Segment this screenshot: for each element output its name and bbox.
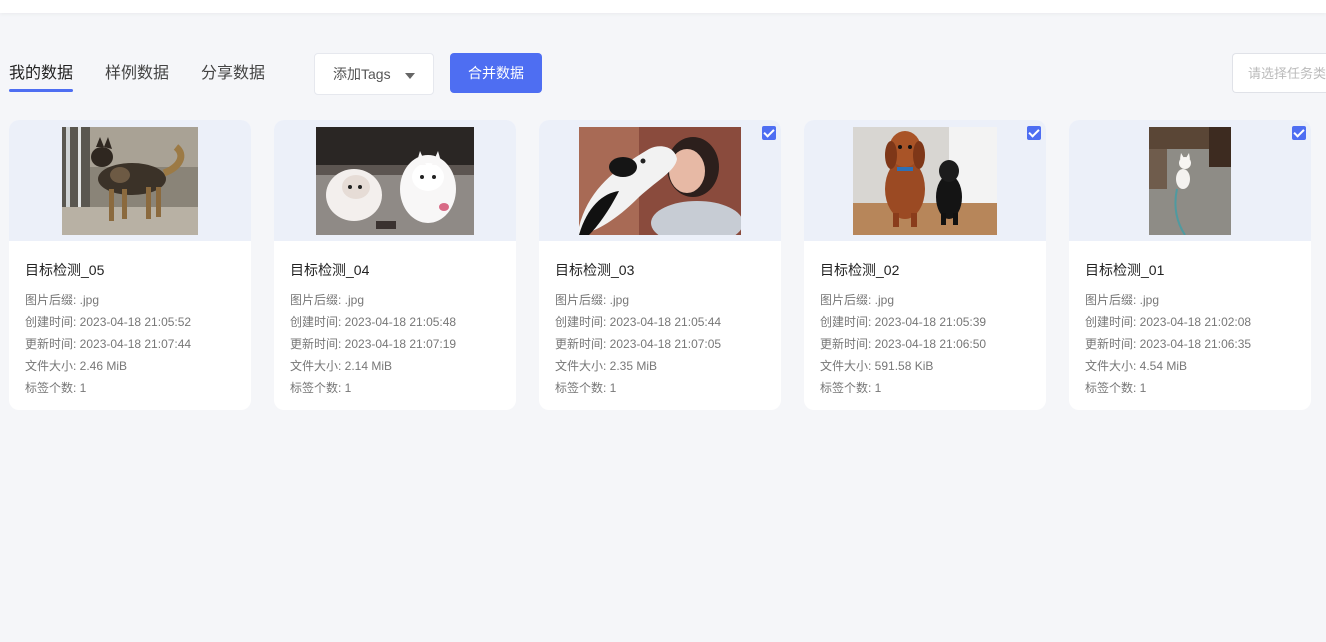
task-type-select[interactable]	[1232, 53, 1326, 93]
card-file-size: 文件大小: 2.14 MiB	[290, 359, 393, 373]
merge-data-button[interactable]: 合并数据	[450, 53, 542, 93]
card-updated-time: 更新时间: 2023-04-18 21:07:05	[555, 337, 722, 351]
card-created-time: 创建时间: 2023-04-18 21:05:48	[290, 315, 457, 329]
dataset-card[interactable]: 目标检测_03 图片后缀: .jpg 创建时间: 2023-04-18 21:0…	[539, 120, 781, 410]
card-file-suffix: 图片后缀: .jpg	[820, 293, 895, 307]
card-tag-count: 标签个数: 1	[555, 381, 617, 395]
select-checkbox[interactable]	[1027, 126, 1041, 140]
card-title: 目标检测_01	[1085, 262, 1165, 278]
thumbnail-area	[539, 120, 781, 241]
select-checkbox[interactable]	[1292, 126, 1306, 140]
tab-shared-data[interactable]: 分享数据	[201, 62, 265, 92]
white-cat-photo[interactable]	[1149, 127, 1231, 235]
dataset-card[interactable]: 目标检测_04 图片后缀: .jpg 创建时间: 2023-04-18 21:0…	[274, 120, 516, 410]
caret-down-icon	[405, 73, 415, 79]
card-created-time: 创建时间: 2023-04-18 21:05:52	[25, 315, 192, 329]
card-tag-count: 标签个数: 1	[25, 381, 87, 395]
dog-kissing-woman-photo[interactable]	[579, 127, 741, 235]
card-title: 目标检测_05	[25, 262, 105, 278]
tab-my-data[interactable]: 我的数据	[9, 62, 74, 92]
card-title: 目标检测_04	[290, 262, 370, 278]
card-title: 目标检测_02	[820, 262, 900, 278]
thumbnail-area	[9, 120, 251, 241]
card-created-time: 创建时间: 2023-04-18 21:05:39	[820, 315, 987, 329]
card-meta: 目标检测_05 图片后缀: .jpg 创建时间: 2023-04-18 21:0…	[25, 260, 241, 399]
card-file-size: 文件大小: 591.58 KiB	[820, 359, 934, 373]
card-updated-time: 更新时间: 2023-04-18 21:07:44	[25, 337, 192, 351]
card-tag-count: 标签个数: 1	[820, 381, 882, 395]
card-file-size: 文件大小: 2.46 MiB	[25, 359, 128, 373]
thumbnail-area	[274, 120, 516, 241]
card-title: 目标检测_03	[555, 262, 635, 278]
card-tag-count: 标签个数: 1	[1085, 381, 1147, 395]
data-tabs: 我的数据 样例数据 分享数据	[9, 62, 297, 92]
card-created-time: 创建时间: 2023-04-18 21:02:08	[1085, 315, 1252, 329]
card-file-suffix: 图片后缀: .jpg	[290, 293, 365, 307]
two-dogs-photo[interactable]	[853, 127, 997, 235]
card-meta: 目标检测_03 图片后缀: .jpg 创建时间: 2023-04-18 21:0…	[555, 260, 771, 399]
card-tag-count: 标签个数: 1	[290, 381, 352, 395]
add-tags-label: 添加Tags	[333, 66, 391, 82]
top-header-bar	[0, 0, 1326, 13]
card-updated-time: 更新时间: 2023-04-18 21:06:35	[1085, 337, 1252, 351]
card-meta: 目标检测_02 图片后缀: .jpg 创建时间: 2023-04-18 21:0…	[820, 260, 1036, 399]
card-file-size: 文件大小: 2.35 MiB	[555, 359, 658, 373]
dataset-card[interactable]: 目标检测_01 图片后缀: .jpg 创建时间: 2023-04-18 21:0…	[1069, 120, 1311, 410]
tab-sample-data[interactable]: 样例数据	[105, 62, 169, 92]
add-tags-select[interactable]: 添加Tags	[314, 53, 434, 95]
dog-standing-photo[interactable]	[62, 127, 198, 235]
card-file-suffix: 图片后缀: .jpg	[25, 293, 100, 307]
card-meta: 目标检测_01 图片后缀: .jpg 创建时间: 2023-04-18 21:0…	[1085, 260, 1301, 399]
card-updated-time: 更新时间: 2023-04-18 21:07:19	[290, 337, 457, 351]
card-file-size: 文件大小: 4.54 MiB	[1085, 359, 1188, 373]
dataset-card[interactable]: 目标检测_02 图片后缀: .jpg 创建时间: 2023-04-18 21:0…	[804, 120, 1046, 410]
white-dogs-photo[interactable]	[316, 127, 474, 235]
dataset-card[interactable]: 目标检测_05 图片后缀: .jpg 创建时间: 2023-04-18 21:0…	[9, 120, 251, 410]
card-file-suffix: 图片后缀: .jpg	[555, 293, 630, 307]
card-created-time: 创建时间: 2023-04-18 21:05:44	[555, 315, 722, 329]
thumbnail-area	[804, 120, 1046, 241]
select-checkbox[interactable]	[762, 126, 776, 140]
card-updated-time: 更新时间: 2023-04-18 21:06:50	[820, 337, 987, 351]
card-meta: 目标检测_04 图片后缀: .jpg 创建时间: 2023-04-18 21:0…	[290, 260, 506, 399]
card-file-suffix: 图片后缀: .jpg	[1085, 293, 1160, 307]
thumbnail-area	[1069, 120, 1311, 241]
